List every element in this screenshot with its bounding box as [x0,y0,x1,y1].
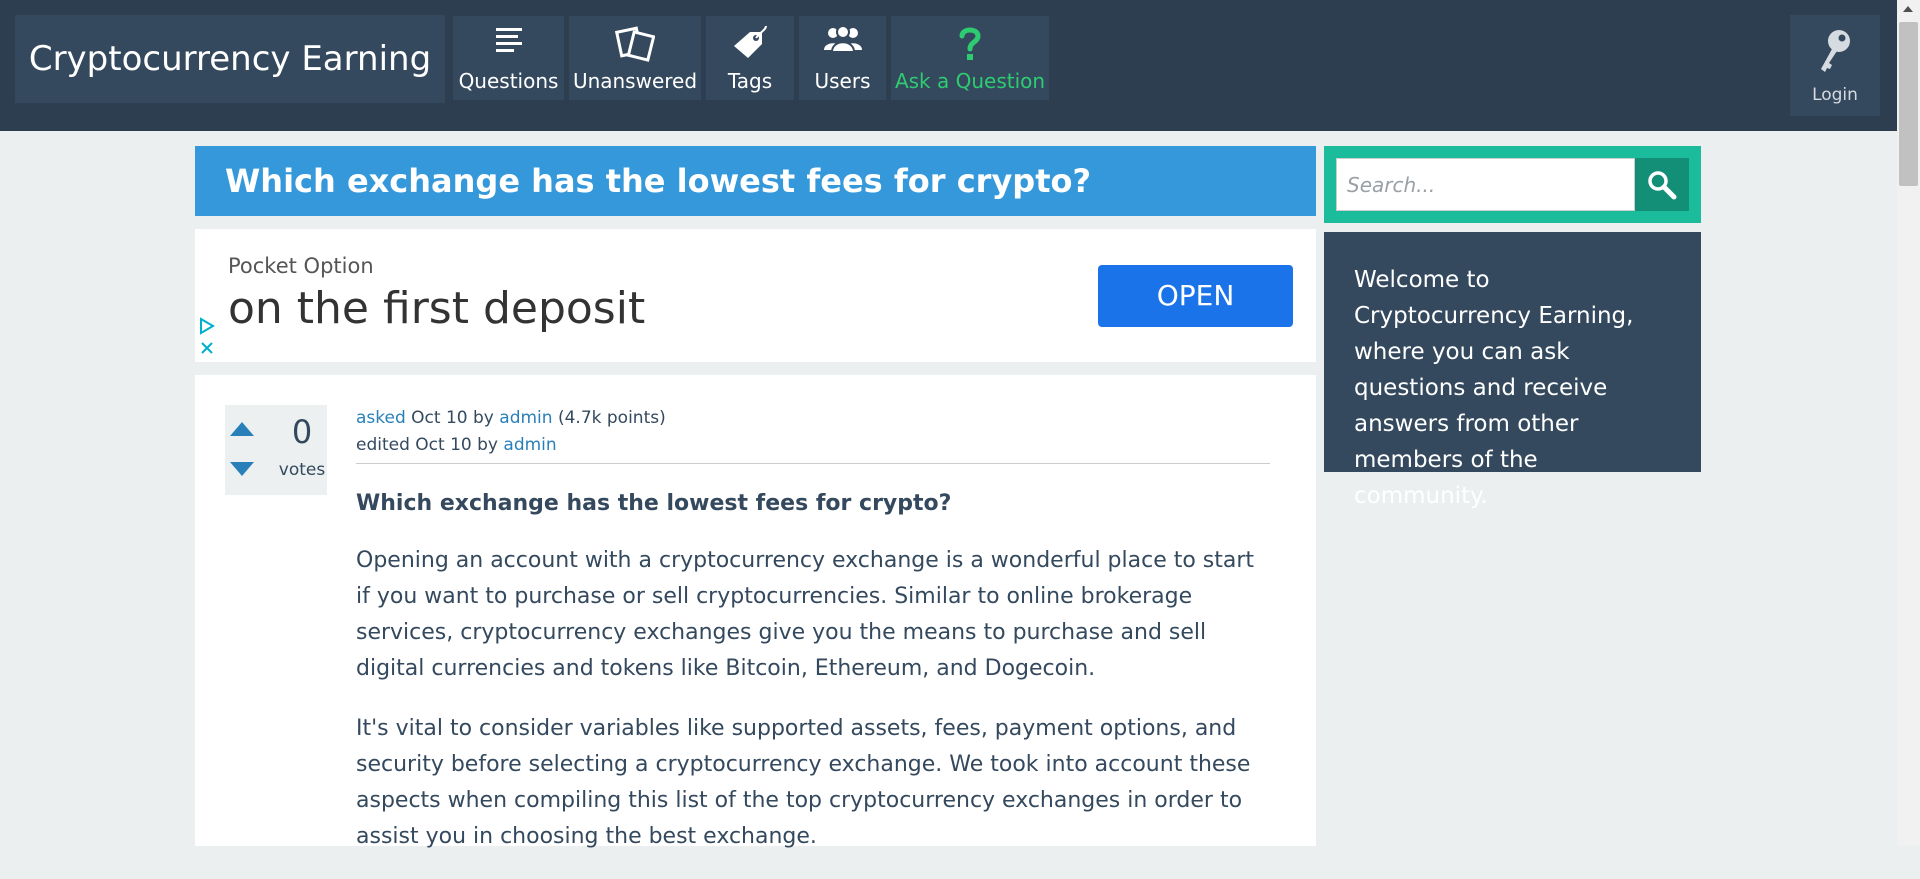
site-title[interactable]: Cryptocurrency Earning [15,15,445,103]
nav-questions-label: Questions [458,69,559,93]
nav-tags-button[interactable]: Tags [706,16,794,100]
question-mark-icon [891,24,1049,64]
vote-down-arrow-icon[interactable] [230,462,254,476]
welcome-text: Welcome to Cryptocurrency Earning, where… [1354,267,1634,509]
ad-close-icon[interactable] [200,341,214,355]
top-navbar: Cryptocurrency Earning Questions Unanswe… [0,0,1920,131]
nav-questions-button[interactable]: Questions [453,16,564,100]
question-main: 0 votes asked Oct 10 by admin (4.7k poin… [195,375,1316,849]
nav-tags-label: Tags [727,69,773,93]
edited-label: edited [356,435,410,455]
login-button[interactable]: Login [1790,15,1880,116]
asked-date: Oct 10 [411,408,468,428]
edited-line: edited Oct 10 by admin [356,432,1270,459]
asked-line: asked Oct 10 by admin (4.7k points) [356,405,1270,432]
vote-up-arrow-icon[interactable] [230,422,254,436]
ad-choices-icon[interactable] [199,317,215,335]
question-paragraph: It's vital to consider variables like su… [356,716,1251,849]
asked-link[interactable]: asked [356,408,406,428]
nav-users-button[interactable]: Users [799,16,886,100]
asker-link[interactable]: admin [499,408,552,428]
edited-date: Oct 10 [415,435,472,455]
editor-link[interactable]: admin [503,435,556,455]
nav-unanswered-label: Unanswered [572,69,698,93]
nav-users-label: Users [814,69,871,93]
cards-icon [569,24,701,64]
question-title[interactable]: Which exchange has the lowest fees for c… [225,162,1091,200]
ad-headline[interactable]: on the first deposit [228,283,645,334]
scrollbar-thumb[interactable] [1899,22,1918,186]
nav-unanswered-button[interactable]: Unanswered [569,16,701,100]
question-paragraph: Opening an account with a cryptocurrency… [356,548,1255,681]
question-content: Which exchange has the lowest fees for c… [356,489,1270,879]
ad-brand[interactable]: Pocket Option [228,254,374,278]
question-title-bar: Which exchange has the lowest fees for c… [195,146,1316,216]
asked-by: by [473,408,494,428]
question-body-heading: Which exchange has the lowest fees for c… [356,491,952,516]
magnifier-icon [1648,171,1677,200]
advertisement-banner[interactable]: Pocket Option on the first deposit OPEN [195,229,1316,362]
vote-count: 0 [291,413,313,451]
nav-ask-question-button[interactable]: Ask a Question [891,16,1049,100]
search-box [1324,146,1701,223]
key-icon [1790,27,1880,75]
users-group-icon [799,24,886,64]
search-button[interactable] [1635,158,1689,211]
ad-open-button[interactable]: OPEN [1098,265,1293,327]
list-lines-icon [453,24,564,64]
asker-points: (4.7k points) [557,408,666,428]
login-label: Login [1812,85,1858,105]
vote-box: 0 votes [225,405,327,495]
nav-ask-question-label: Ask a Question [894,69,1046,93]
scroll-up-arrow-icon[interactable] [1903,6,1913,12]
question-meta: asked Oct 10 by admin (4.7k points) edit… [356,405,1270,464]
tag-icon [706,24,794,64]
sidebar-welcome: Welcome to Cryptocurrency Earning, where… [1324,232,1701,509]
search-input[interactable] [1336,158,1635,211]
edited-by: by [477,435,498,455]
vote-label: votes [278,460,326,480]
